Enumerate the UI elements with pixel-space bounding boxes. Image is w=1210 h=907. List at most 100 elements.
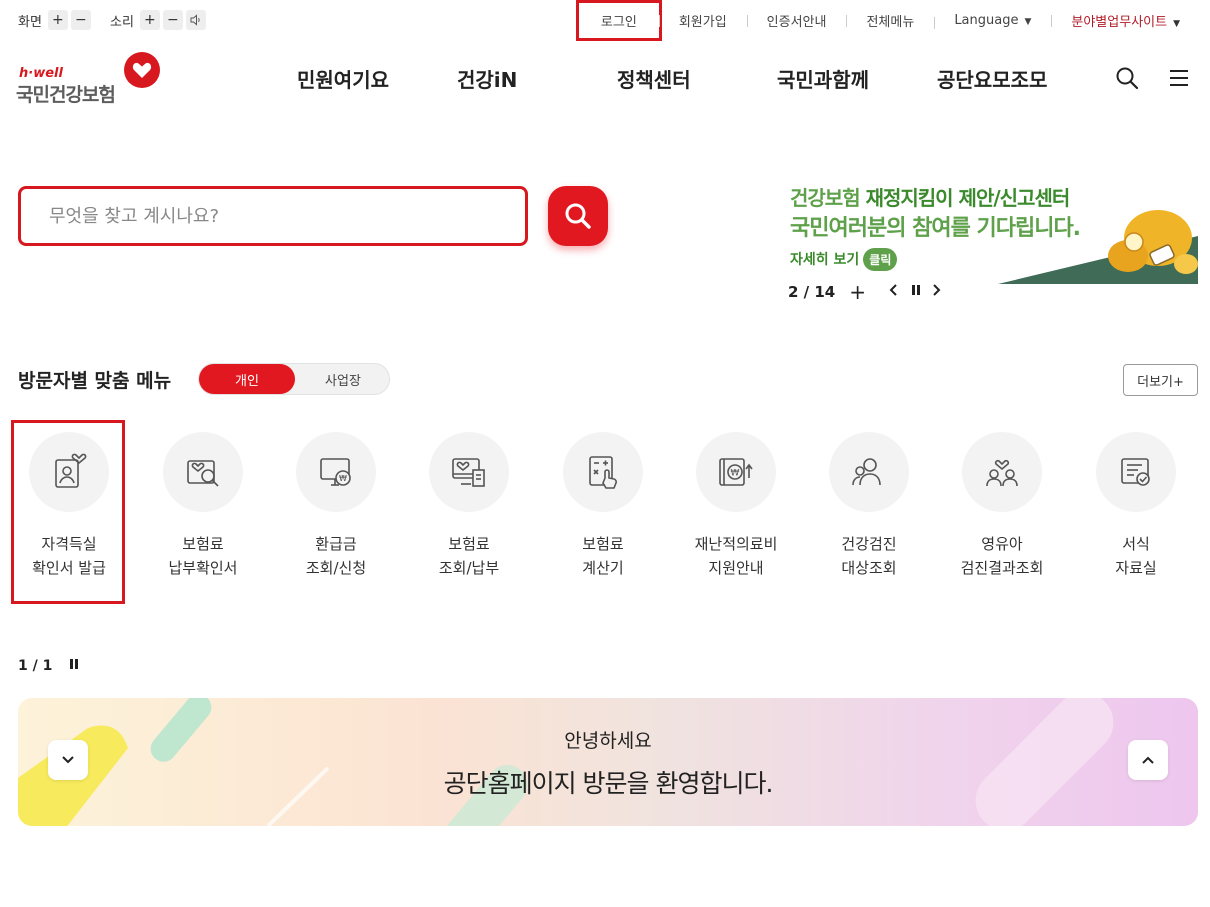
- promo-banner[interactable]: 건강보험 재정지킴이 제안/신고센터 국민여러분의 참여를 기다립니다. 자세히…: [786, 176, 1198, 286]
- welcome-hello: 안녕하세요: [564, 730, 652, 752]
- volume-down-button[interactable]: −: [162, 10, 183, 30]
- menu-page-sep: /: [27, 658, 43, 674]
- nav-item-about[interactable]: 공단요모조모: [937, 64, 1047, 93]
- visitor-type-toggle: 개인 사업장: [198, 363, 390, 395]
- menu-item-label: 서식 자료실: [1076, 532, 1196, 580]
- speaker-icon[interactable]: [185, 10, 206, 30]
- menu-item-label: 보험료납부확인서: [143, 532, 263, 580]
- zoom-in-button[interactable]: +: [47, 10, 68, 30]
- menu-item-line1: 건강검진: [841, 535, 897, 553]
- menu-item-line2: 자료실: [1115, 559, 1157, 577]
- search-input[interactable]: [49, 205, 469, 227]
- all-menu-link[interactable]: 전체메뉴: [846, 11, 934, 30]
- menu-item-premium-inquiry-payment[interactable]: 보험료 조회/납부: [409, 432, 529, 592]
- expand-down-button[interactable]: [48, 740, 88, 780]
- banner-page-current: 2: [788, 283, 799, 301]
- login-link[interactable]: 로그인: [575, 0, 662, 41]
- welcome-message: 공단홈페이지 방문을 환영합니다.: [443, 769, 774, 798]
- family-heart-icon: [962, 432, 1042, 512]
- caret-down-icon: ▼: [1024, 16, 1032, 27]
- document-check-icon: [1096, 432, 1176, 512]
- top-links: 로그인 회원가입 인증서안내 전체메뉴 Language ▼ 분야별업무사이트 ▼: [575, 0, 1200, 41]
- sites-select[interactable]: 분야별업무사이트 ▼: [1051, 11, 1200, 30]
- screen-size-control: 화면 + −: [18, 10, 94, 30]
- banner-line1-a: 건강보험: [790, 186, 866, 210]
- menu-item-label: 보험료 조회/납부: [409, 532, 529, 580]
- search-button[interactable]: [548, 186, 608, 246]
- menu-pause-icon[interactable]: [68, 657, 80, 675]
- language-label: Language: [954, 12, 1019, 28]
- menu-item-line1: 자격득실: [41, 535, 97, 553]
- banner-pause-icon[interactable]: [910, 283, 922, 301]
- won-arrow-icon: ₩: [696, 432, 776, 512]
- chevron-down-icon: [62, 756, 74, 764]
- signup-link[interactable]: 회원가입: [658, 11, 747, 30]
- nav-item-health-in[interactable]: 건강iN: [457, 64, 517, 93]
- menu-item-line1: 보험료: [582, 535, 624, 553]
- banner-controls: 2 / 14 +: [788, 280, 942, 304]
- tab-business[interactable]: 사업장: [295, 364, 391, 394]
- search-icon: [565, 203, 591, 229]
- menu-item-health-checkup-target[interactable]: 건강검진대상조회: [809, 432, 929, 592]
- menu-item-line2: 납부확인서: [168, 559, 238, 577]
- collapse-up-button[interactable]: [1128, 740, 1168, 780]
- menu-item-premium-payment-certificate[interactable]: 보험료납부확인서: [143, 432, 263, 592]
- banner-detail-link[interactable]: 자세히 보기 클릭: [790, 248, 898, 271]
- welcome-background-shapes: [18, 698, 1114, 826]
- volume-up-button[interactable]: +: [139, 10, 160, 30]
- screen-label: 화면: [18, 14, 42, 30]
- zoom-out-button[interactable]: −: [70, 10, 91, 30]
- menu-item-line1: 재난적의료비: [694, 535, 778, 553]
- nav-item-civil-service[interactable]: 민원여기요: [297, 64, 389, 93]
- menu-item-line2: 검진결과조회: [960, 559, 1044, 577]
- banner-next-icon[interactable]: [932, 283, 942, 301]
- chevron-up-icon: [1142, 756, 1154, 764]
- menu-item-qualification-certificate[interactable]: 자격득실확인서 발급: [9, 432, 129, 592]
- certificate-guide-link[interactable]: 인증서안내: [746, 11, 847, 30]
- banner-prev-icon[interactable]: [888, 283, 898, 301]
- menu-item-premium-calculator[interactable]: 보험료계산기: [543, 432, 663, 592]
- more-button[interactable]: 더보기+: [1123, 364, 1198, 396]
- people-icon: [829, 432, 909, 512]
- search-field[interactable]: [18, 186, 528, 246]
- svg-text:₩: ₩: [339, 474, 347, 483]
- menu-item-line1: 보험료: [448, 535, 490, 553]
- menu-item-forms-library[interactable]: 서식 자료실: [1076, 432, 1196, 592]
- sound-label: 소리: [110, 14, 134, 30]
- menu-pager: 1 / 1: [18, 657, 80, 675]
- id-card-heart-icon: [29, 432, 109, 512]
- banner-click-badge: 클릭: [863, 248, 898, 271]
- menu-item-line2: 지원안내: [708, 559, 764, 577]
- calculator-icon: [563, 432, 643, 512]
- hamburger-menu-icon[interactable]: [1167, 66, 1191, 90]
- menu-item-line2: 확인서 발급: [32, 559, 106, 577]
- menu-item-infant-checkup-results[interactable]: 영유아검진결과조회: [942, 432, 1062, 592]
- menu-page-current: 1: [18, 658, 28, 674]
- menu-item-line2: 계산기: [582, 559, 624, 577]
- sound-control: 소리 + −: [110, 10, 209, 30]
- banner-all-button[interactable]: +: [849, 280, 866, 304]
- nav-item-policy-center[interactable]: 정책센터: [617, 64, 691, 93]
- tab-personal[interactable]: 개인: [199, 364, 295, 394]
- sites-label: 분야별업무사이트: [1071, 14, 1168, 30]
- main-navigation: 민원여기요 건강iN 정책센터 국민과함께 공단요모조모: [0, 64, 1210, 94]
- banner-line1: 건강보험 재정지킴이 제안/신고센터: [790, 182, 1071, 211]
- menu-item-line2: 조회/신청: [305, 559, 367, 577]
- menu-item-line1: 영유아: [981, 535, 1023, 553]
- menu-item-catastrophic-medical-support[interactable]: ₩ 재난적의료비지원안내: [676, 432, 796, 592]
- visitor-menu-title: 방문자별 맞춤 메뉴: [18, 370, 172, 392]
- banner-line1-b: 재정지킴이 제안/신고센터: [865, 186, 1071, 210]
- menu-item-refund-inquiry[interactable]: ₩ 환급금 조회/신청: [276, 432, 396, 592]
- menu-item-line1: 보험료: [182, 535, 224, 553]
- nav-item-with-people[interactable]: 국민과함께: [777, 64, 869, 93]
- menu-item-line2: 대상조회: [841, 559, 897, 577]
- banner-page-sep: /: [798, 283, 815, 301]
- menu-item-label: 건강검진대상조회: [809, 532, 929, 580]
- header-search-icon[interactable]: [1115, 66, 1139, 90]
- menu-item-label: 자격득실확인서 발급: [9, 532, 129, 580]
- menu-item-label: 환급금 조회/신청: [276, 532, 396, 580]
- banner-detail-text: 자세히 보기: [790, 252, 860, 268]
- monitor-won-icon: ₩: [296, 432, 376, 512]
- utility-bar: 화면 + − 소리 + − 로그인 회원가입 인증서안내 전체메뉴 Langua…: [0, 0, 1210, 41]
- language-select[interactable]: Language ▼: [934, 12, 1051, 29]
